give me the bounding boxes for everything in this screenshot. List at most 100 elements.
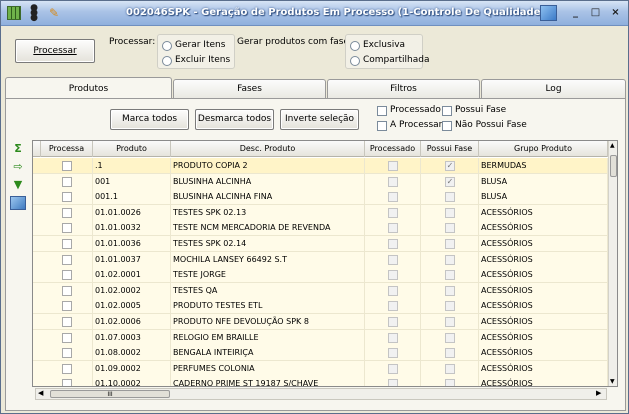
traffic-light-icon[interactable]: ● ● ● [27,4,41,23]
processa-checkbox[interactable] [62,285,72,296]
tab-filtros[interactable]: Filtros [327,79,480,99]
produto-cell: 001.1 [93,189,171,205]
table-row[interactable]: 01.01.0036 TESTES SPK 02.14 ACESSÓRIOS [33,236,608,252]
processa-checkbox[interactable] [62,192,72,203]
processado-checkbox [388,332,398,343]
tab-produtos[interactable]: Produtos [5,77,172,99]
produto-cell: 01.02.0001 [93,267,171,283]
possui-fase-checkbox: ✓ [445,176,455,187]
app-grid-icon[interactable] [7,6,21,20]
export-icon[interactable]: ⇨ [10,160,26,174]
sum-icon[interactable]: Σ [10,142,26,156]
table-row[interactable]: 01.07.0003 RELOGIO EM BRAILLE ACESSÓRIOS [33,329,608,346]
table-row[interactable]: 001.1 BLUSINHA ALCINHA FINA BLUSA [33,189,608,206]
grupo-produto-cell: BLUSA [479,189,608,205]
processa-checkbox[interactable] [62,207,72,218]
filter-nao-possui-fase-checkbox[interactable] [442,121,452,131]
unmark-all-button[interactable]: Desmarca todos [195,109,274,130]
scroll-up-icon[interactable]: ▲ [610,142,615,149]
exclusiva-radio[interactable] [350,41,360,51]
h-scroll-thumb[interactable]: III [50,390,170,398]
download-arrow-icon[interactable]: ▼ [10,178,26,192]
processa-checkbox[interactable] [62,332,72,343]
processa-checkbox[interactable] [62,317,72,327]
processa-cell[interactable] [41,236,93,251]
process-button[interactable]: Processar [15,39,95,63]
compartilhada-radio[interactable] [350,56,360,66]
processa-checkbox[interactable] [62,254,72,265]
col-grupo-produto[interactable]: Grupo Produto [479,141,608,157]
maximize-button[interactable]: □ [587,5,604,21]
col-desc-produto[interactable]: Desc. Produto [171,141,365,157]
wrench-icon[interactable]: ✎ [49,6,63,20]
filter-a-processar-checkbox[interactable] [377,121,387,131]
processa-checkbox[interactable] [62,363,72,374]
processado-checkbox [388,254,398,265]
processa-checkbox[interactable] [62,176,72,187]
col-produto[interactable]: Produto [93,141,171,157]
screenshot-icon[interactable] [540,5,557,21]
col-possui-fase[interactable]: Possui Fase [421,141,479,157]
processa-cell[interactable] [41,204,93,220]
table-row[interactable]: .1 PRODUTO COPIA 2 ✓ BERMUDAS [33,158,608,174]
processa-cell[interactable] [41,220,93,236]
processa-checkbox[interactable] [62,161,72,171]
table-row[interactable]: 001 BLUSINHA ALCINHA ✓ BLUSA [33,173,608,190]
minimize-button[interactable]: _ [567,5,584,21]
processa-checkbox[interactable] [62,379,72,386]
scroll-down-icon[interactable]: ▼ [610,378,615,385]
processa-cell[interactable] [41,314,93,329]
table-row[interactable]: 01.02.0006 PRODUTO NFE DEVOLUÇÃO SPK 8 ACE… [33,314,608,330]
table-row[interactable]: 01.02.0001 TESTE JORGE ACESSÓRIOS [33,267,608,284]
processa-checkbox[interactable] [62,239,72,249]
processa-cell[interactable] [41,158,93,173]
processado-cell [365,220,421,236]
vertical-scrollbar[interactable]: ▲ ▼ [608,141,617,386]
table-row[interactable]: 01.09.0002 PERFUMES COLONIA ACESSÓRIOS [33,360,608,377]
processa-checkbox[interactable] [62,270,72,281]
produto-cell: 01.09.0002 [93,360,171,376]
table-row[interactable]: 01.08.0002 BENGALA INTEIRIÇA ACESSÓRIOS [33,345,608,362]
scroll-left-icon[interactable]: ◀ [38,389,43,397]
processa-cell[interactable] [41,251,93,267]
tab-fases[interactable]: Fases [173,79,326,99]
processa-cell[interactable] [41,345,93,361]
table-row[interactable]: 01.01.0032 TESTE NCM MERCADORIA DE REVEND… [33,220,608,237]
possui-fase-cell [421,267,479,283]
col-processado[interactable]: Processado [365,141,421,157]
processa-cell[interactable] [41,189,93,205]
table-row[interactable]: 01.01.0026 TESTES SPK 02.13 ACESSÓRIOS [33,204,608,221]
invert-selection-button[interactable]: Inverte seleção [280,109,359,130]
table-row[interactable]: 01.01.0037 MOCHILA LANSEY 66492 S.T ACESSÓ… [33,251,608,268]
processa-checkbox[interactable] [62,348,72,359]
processa-cell[interactable] [41,282,93,298]
filter-possui-fase-checkbox[interactable] [442,106,452,116]
filter-processado-checkbox[interactable] [377,106,387,116]
col-processa[interactable]: Processa [41,141,93,157]
tab-log[interactable]: Log [481,79,626,99]
processa-cell[interactable] [41,267,93,283]
processa-cell[interactable] [41,376,93,386]
excluir-itens-radio[interactable] [162,56,172,66]
processa-cell[interactable] [41,298,93,314]
processa-checkbox[interactable] [62,301,72,312]
products-grid[interactable]: Processa Produto Desc. Produto Processad… [32,140,618,387]
processa-cell[interactable] [41,360,93,376]
mark-all-button[interactable]: Marca todos [110,109,189,130]
scroll-right-icon[interactable]: ▶ [596,389,601,397]
table-row[interactable]: 01.10.0002 CADERNO PRIME ST 19187 S/CHAVE… [33,376,608,386]
picture-icon[interactable] [10,196,26,210]
close-button[interactable]: × [607,5,624,21]
processa-checkbox[interactable] [62,223,72,234]
table-row[interactable]: 01.02.0002 TESTES QA ACESSÓRIOS [33,282,608,299]
exclusiva-label: Exclusiva [363,40,406,50]
processa-cell[interactable] [41,329,93,345]
gerar-itens-radio[interactable] [162,41,172,51]
processa-cell[interactable] [41,173,93,189]
processado-checkbox [388,161,398,171]
horizontal-scrollbar[interactable]: ◀ III ▶ [35,388,607,400]
scroll-thumb[interactable] [610,155,617,177]
produto-cell: 01.10.0002 [93,376,171,386]
table-row[interactable]: 01.02.0005 PRODUTO TESTES ETL ACESSÓRIOS [33,298,608,315]
grupo-produto-cell: ACESSÓRIOS [479,204,608,220]
